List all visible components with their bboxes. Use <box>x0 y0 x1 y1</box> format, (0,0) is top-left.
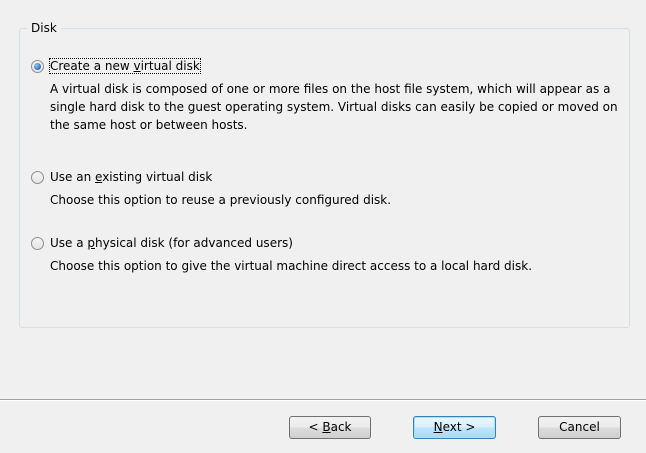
create-new-disk-description: A virtual disk is composed of one or mor… <box>50 82 618 132</box>
use-existing-disk-label-part2: xisting virtual disk <box>102 170 213 184</box>
back-button[interactable]: < Back <box>289 416 371 439</box>
use-existing-disk-radio-row[interactable]: Use an existing virtual disk <box>31 168 621 186</box>
create-new-disk-accelerator: v <box>133 59 141 73</box>
use-physical-disk-accelerator: p <box>87 236 96 250</box>
use-physical-disk-label[interactable]: Use a physical disk (for advanced users) <box>50 236 293 250</box>
use-existing-disk-label-part1: Use an <box>50 170 96 184</box>
use-physical-disk-description: Choose this option to give the virtual m… <box>50 259 533 273</box>
next-button-label: ext > <box>442 420 476 434</box>
create-new-disk-label[interactable]: Create a new virtual disk <box>49 58 201 74</box>
use-physical-disk-label-part1: Use a <box>50 236 88 250</box>
use-physical-disk-radio-row[interactable]: Use a physical disk (for advanced users) <box>31 234 621 252</box>
use-existing-disk-description: Choose this option to reuse a previously… <box>50 193 392 207</box>
next-button-accelerator: N <box>433 420 443 434</box>
wizard-content-area: Disk Create a new virtual disk A virtual… <box>0 0 646 399</box>
use-physical-disk-label-part2: hysical disk (for advanced users) <box>95 236 293 250</box>
create-new-disk-radio[interactable] <box>31 59 44 73</box>
disk-group-title: Disk <box>27 20 61 36</box>
new-vm-wizard-window: Disk Create a new virtual disk A virtual… <box>0 0 646 453</box>
option-use-existing-disk: Use an existing virtual disk Choose this… <box>31 168 621 209</box>
use-physical-disk-radio[interactable] <box>31 236 44 250</box>
create-new-disk-label-part1: Create a new <box>50 59 134 73</box>
use-existing-disk-label[interactable]: Use an existing virtual disk <box>50 170 212 184</box>
back-button-label-part1: < <box>308 420 323 434</box>
create-new-disk-radio-row[interactable]: Create a new virtual disk <box>31 57 621 75</box>
back-button-label-part2: ack <box>330 420 352 434</box>
create-new-disk-label-part2: irtual disk <box>140 59 200 73</box>
back-button-accelerator: B <box>322 420 331 434</box>
cancel-button[interactable]: Cancel <box>538 416 621 439</box>
use-existing-disk-radio[interactable] <box>31 170 44 184</box>
button-bar-separator <box>0 399 646 401</box>
next-button[interactable]: Next > <box>413 416 496 439</box>
option-create-new-disk: Create a new virtual disk A virtual disk… <box>31 57 621 134</box>
option-use-physical-disk: Use a physical disk (for advanced users)… <box>31 234 621 275</box>
